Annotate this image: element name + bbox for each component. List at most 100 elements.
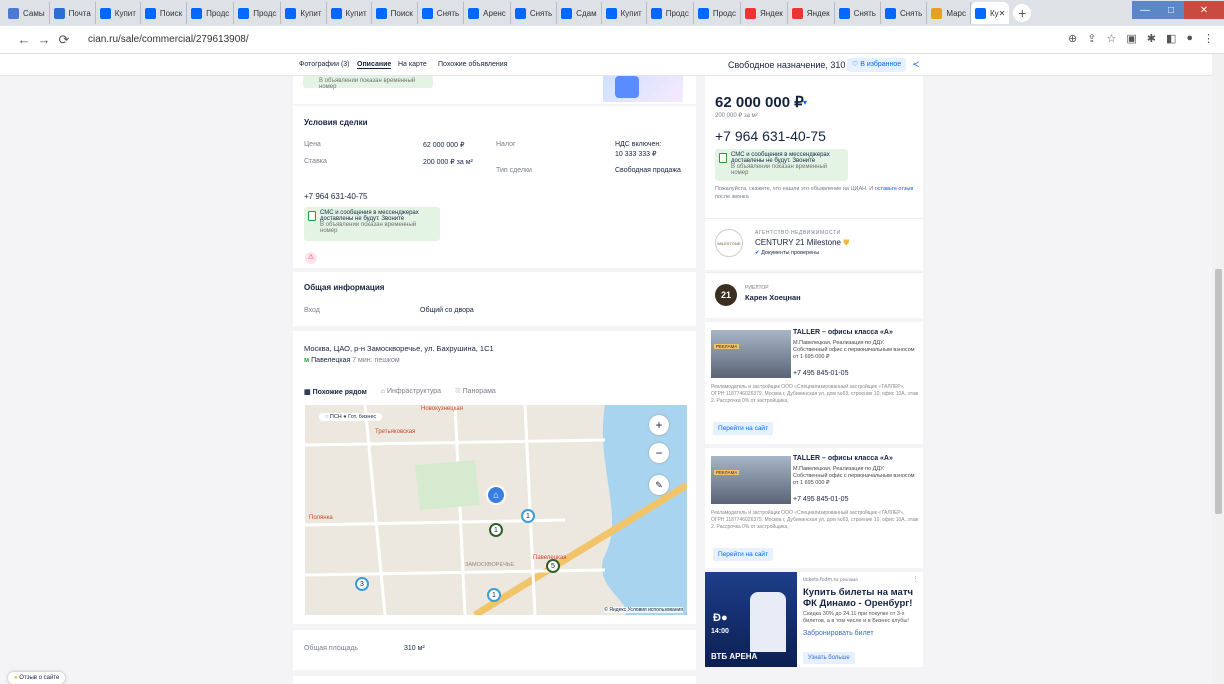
browser-tab[interactable]: Ку ✕ xyxy=(970,2,1010,24)
browser-tab[interactable]: Купит xyxy=(281,2,327,24)
tab-description[interactable]: Описание xyxy=(357,61,392,69)
browser-tab[interactable]: Почта xyxy=(50,2,96,24)
map-marker[interactable]: 5 xyxy=(546,559,560,573)
zoom-in-button[interactable]: + xyxy=(649,415,669,435)
browser-tab[interactable]: Снять xyxy=(835,2,881,24)
browser-tab[interactable]: Продс xyxy=(694,2,741,24)
browser-tab[interactable]: Купит xyxy=(327,2,372,24)
ad-card-taller-1[interactable]: РЕКЛАМА TALLER – офисы класса «А» М.Паве… xyxy=(705,322,923,444)
realtor-name[interactable]: Карен Хоецнан xyxy=(745,293,801,302)
agency-name[interactable]: CENTURY 21 Milestone ⛊ xyxy=(755,238,849,248)
browser-tab[interactable]: Марс xyxy=(927,2,971,24)
tab-infrastructure[interactable]: ⌂ Инфраструктура xyxy=(381,388,441,396)
sidebar-note-text: Пожалуйста, скажите, что нашли это объяв… xyxy=(715,186,874,192)
legend-business-icon: ● xyxy=(343,414,347,420)
learn-more-button[interactable]: Узнать больше xyxy=(803,652,855,664)
browser-tab[interactable]: Поиск xyxy=(372,2,418,24)
zoom-icon[interactable]: ⊕ xyxy=(1068,32,1077,45)
browser-tab-label: Аренс xyxy=(483,8,506,18)
phone-card-top: В объявлении показан временный номер xyxy=(293,76,696,104)
ad-phone[interactable]: +7 495 845-01-05 xyxy=(793,370,848,377)
browser-tab[interactable]: Яндек xyxy=(788,2,835,24)
reload-icon[interactable]: ⟳ xyxy=(54,32,74,48)
site-feedback-button[interactable]: ● Отзыв о сайте xyxy=(8,672,66,684)
ad-go-to-site-button[interactable]: Перейти на сайт xyxy=(713,422,774,435)
browser-tab[interactable]: Продс xyxy=(187,2,235,24)
ad-building-image[interactable]: РЕКЛАМА xyxy=(711,330,791,378)
page-scrollbar[interactable] xyxy=(1212,54,1224,684)
browser-tab[interactable]: Продс xyxy=(647,2,694,24)
scrollbar-thumb[interactable] xyxy=(1215,269,1222,514)
browser-tab[interactable]: Яндек xyxy=(741,2,788,24)
new-tab-button[interactable]: + xyxy=(1013,4,1032,22)
ruler-icon[interactable]: ✎ xyxy=(649,475,669,495)
browser-tab[interactable]: Купит xyxy=(602,2,647,24)
map-label-novokuznetskaya: Новокузнецкая xyxy=(421,406,463,412)
browser-tab[interactable]: Снять xyxy=(881,2,928,24)
ad-phone[interactable]: +7 495 845-01-05 xyxy=(793,496,848,503)
ad-building-image[interactable]: РЕКЛАМА xyxy=(711,456,791,504)
ad-dynamo-image[interactable]: Ð● 14:00 ВТБ АРЕНА xyxy=(705,572,797,667)
sidebar-phone[interactable]: +7 964 631-40-75 xyxy=(715,128,826,144)
map-marker[interactable]: 3 xyxy=(355,577,369,591)
agency-logo[interactable]: MILESTONE xyxy=(715,229,743,257)
share-icon[interactable]: ≺ xyxy=(912,59,920,70)
map-view[interactable]: ○ ПСН ● Гот. бизнес Новокузнецкая Третья… xyxy=(305,405,687,615)
extension-icon[interactable]: ▣ xyxy=(1126,32,1136,45)
close-tab-icon[interactable]: ✕ xyxy=(999,9,1006,18)
warning-icon[interactable]: ⚠ xyxy=(305,252,317,264)
deal-phone[interactable]: +7 964 631-40-75 xyxy=(304,192,367,201)
area-label: Общая площадь xyxy=(304,645,359,652)
ad-title[interactable]: TALLER – офисы класса «А» xyxy=(793,329,893,336)
url-text[interactable]: cian.ru/sale/commercial/279613908/ xyxy=(88,34,249,45)
tab-similar[interactable]: Похожие объявления xyxy=(438,61,507,68)
ad-domain[interactable]: tickets.fcdm.ru реклама xyxy=(803,577,858,583)
ad-go-to-site-button[interactable]: Перейти на сайт xyxy=(713,548,774,561)
share-icon[interactable]: ⇪ xyxy=(1087,32,1096,45)
map-marker[interactable]: 1 xyxy=(521,509,535,523)
ad-card-dynamo[interactable]: Ð● 14:00 ВТБ АРЕНА tickets.fcdm.ru рекла… xyxy=(705,572,923,667)
maximize-button[interactable]: □ xyxy=(1158,1,1184,19)
browser-tab[interactable]: Снять xyxy=(418,2,465,24)
back-icon[interactable]: ← xyxy=(14,32,34,47)
leave-review-link[interactable]: оставьте отзыв xyxy=(875,186,914,192)
browser-tab[interactable]: Поиск xyxy=(141,2,188,24)
tab-photos[interactable]: Фотографии (3) xyxy=(299,61,350,68)
area-card: Общая площадь 310 м² xyxy=(293,630,696,670)
close-window-button[interactable]: ✕ xyxy=(1184,1,1224,19)
metro-name[interactable]: Павелецкая xyxy=(311,357,350,364)
general-info-card: Общая информация Вход Общий со двора xyxy=(293,272,696,326)
tab-map[interactable]: На карте xyxy=(398,61,427,68)
sidebar-note: Пожалуйста, скажите, что нашли это объяв… xyxy=(715,185,915,201)
book-ticket-link[interactable]: Забронировать билет xyxy=(803,630,874,637)
listing-location-pin[interactable]: ⌂ xyxy=(486,485,506,505)
minimize-button[interactable]: — xyxy=(1132,1,1158,19)
zoom-out-button[interactable]: − xyxy=(649,443,669,463)
browser-tab[interactable]: Снять xyxy=(511,2,558,24)
menu-icon[interactable]: ⋮ xyxy=(1203,32,1214,45)
ad-menu-icon[interactable]: ⋮ xyxy=(912,575,919,583)
ad-dynamo-title[interactable]: Купить билеты на матч ФК Динамо - Оренбу… xyxy=(803,587,921,609)
favorite-button[interactable]: ♡ В избранное xyxy=(847,58,907,72)
browser-tab-label: Купит xyxy=(300,8,322,18)
browser-tab[interactable]: Сдам xyxy=(557,2,602,24)
map-marker[interactable]: 1 xyxy=(489,523,503,537)
forward-icon[interactable]: → xyxy=(34,32,54,47)
price-history-icon[interactable]: ▾ xyxy=(803,98,807,107)
ad-card-taller-2[interactable]: РЕКЛАМА TALLER – офисы класса «А» М.Паве… xyxy=(705,448,923,568)
tab-panorama[interactable]: ⛆ Панорама xyxy=(455,388,496,396)
puzzle-icon[interactable]: ✱ xyxy=(1147,32,1156,45)
browser-tab[interactable]: Самы xyxy=(4,2,50,24)
browser-tab[interactable]: Купит xyxy=(96,2,141,24)
tab-similar-nearby[interactable]: ▦ Похожие рядом xyxy=(304,388,367,396)
star-icon[interactable]: ☆ xyxy=(1106,32,1116,45)
realtor-logo[interactable]: 21 xyxy=(715,284,737,306)
browser-tab[interactable]: Продс xyxy=(234,2,282,24)
realtor-label: РИЕЛТОР xyxy=(745,285,769,291)
profile-icon[interactable]: ● xyxy=(1186,32,1193,45)
map-copyright[interactable]: © Яндекс Условия использования xyxy=(604,607,683,613)
sidebar-icon[interactable]: ◧ xyxy=(1166,32,1176,45)
browser-tab[interactable]: Аренс xyxy=(464,2,511,24)
map-marker[interactable]: 1 xyxy=(487,588,501,602)
ad-title[interactable]: TALLER – офисы класса «А» xyxy=(793,455,893,462)
